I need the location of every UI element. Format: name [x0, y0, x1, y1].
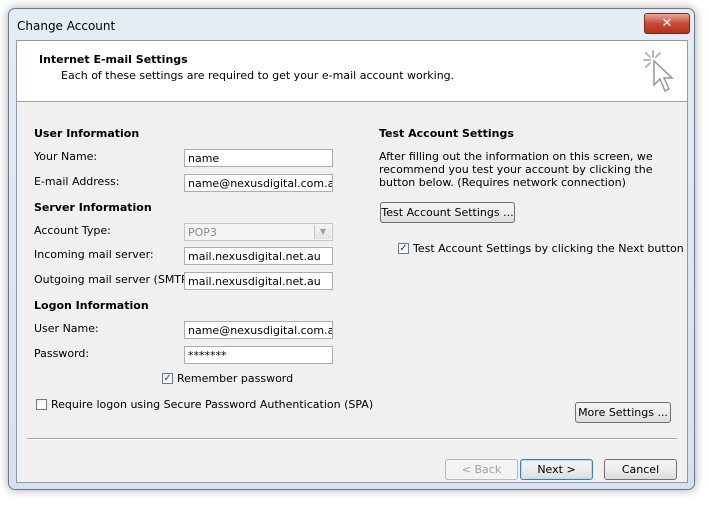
next-button[interactable]: Next > — [520, 459, 593, 480]
footer-separator — [27, 438, 677, 440]
email-address-label: E-mail Address: — [34, 175, 120, 188]
email-address-input[interactable]: name@nexusdigital.com.au — [184, 174, 333, 192]
outgoing-server-input[interactable]: mail.nexusdigital.net.au — [184, 272, 333, 290]
checkmark-icon: ✓ — [163, 373, 172, 384]
checkmark-icon: ✓ — [399, 243, 408, 254]
cursor-sparkle-icon — [643, 50, 674, 93]
username-label: User Name: — [34, 322, 99, 335]
outgoing-server-label: Outgoing mail server (SMTP): — [34, 273, 196, 286]
chevron-down-icon: ▼ — [314, 225, 331, 239]
close-button[interactable]: ✕ — [644, 13, 690, 34]
your-name-input[interactable]: name — [184, 149, 333, 167]
header-title: Internet E-mail Settings — [39, 53, 188, 66]
remember-password-checkbox[interactable]: ✓ — [162, 373, 173, 384]
test-account-heading: Test Account Settings — [379, 127, 514, 140]
back-button[interactable]: < Back — [445, 459, 518, 480]
close-icon: ✕ — [661, 16, 673, 31]
header-subtitle: Each of these settings are required to g… — [61, 69, 455, 82]
user-information-heading: User Information — [34, 127, 140, 140]
test-on-next-checkbox[interactable]: ✓ — [398, 243, 409, 254]
account-type-select: POP3 ▼ — [184, 223, 333, 241]
window-title: Change Account — [17, 19, 116, 33]
dialog-header: Internet E-mail Settings Each of these s… — [17, 41, 687, 102]
test-account-settings-button[interactable]: Test Account Settings ... — [380, 202, 515, 223]
change-account-window: Change Account ✕ Internet E-mail Setting… — [8, 8, 695, 490]
server-information-heading: Server Information — [34, 201, 152, 214]
logon-information-heading: Logon Information — [34, 299, 149, 312]
more-settings-button[interactable]: More Settings ... — [575, 402, 671, 423]
cancel-button[interactable]: Cancel — [604, 459, 677, 480]
test-account-description: After filling out the information on thi… — [379, 150, 653, 189]
remember-password-label[interactable]: Remember password — [177, 372, 293, 385]
spa-label[interactable]: Require logon using Secure Password Auth… — [51, 398, 373, 411]
account-type-value: POP3 — [188, 226, 217, 239]
account-type-label: Account Type: — [34, 224, 111, 237]
password-input[interactable]: ******* — [184, 346, 333, 364]
incoming-server-input[interactable]: mail.nexusdigital.net.au — [184, 247, 333, 265]
test-on-next-label[interactable]: Test Account Settings by clicking the Ne… — [413, 242, 684, 255]
spa-checkbox[interactable] — [36, 399, 47, 410]
username-input[interactable]: name@nexusdigital.com.au — [184, 321, 333, 339]
your-name-label: Your Name: — [34, 150, 98, 163]
incoming-server-label: Incoming mail server: — [34, 248, 154, 261]
password-label: Password: — [34, 347, 90, 360]
dialog-client-area: Internet E-mail Settings Each of these s… — [16, 40, 688, 483]
